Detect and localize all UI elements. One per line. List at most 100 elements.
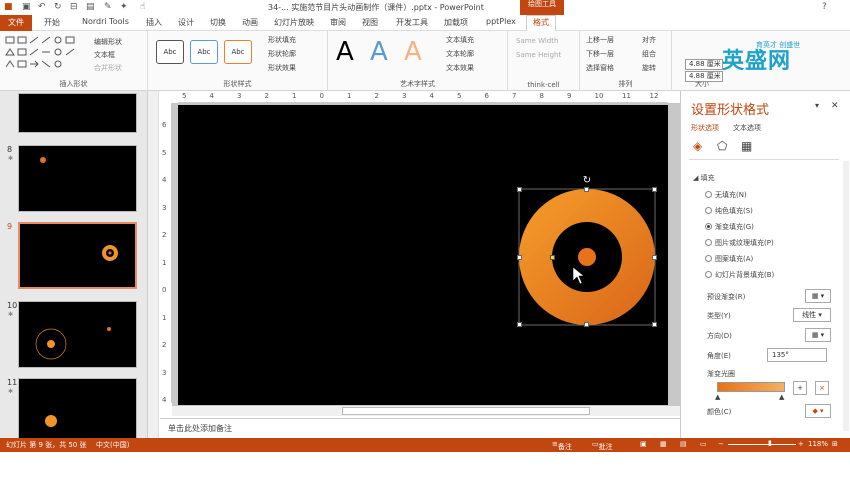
language-status[interactable]: 中文(中国) xyxy=(96,440,129,450)
quick-access-icon[interactable]: ⊟ xyxy=(70,2,78,12)
touch-mode-icon[interactable]: ☝ xyxy=(140,2,145,12)
group-button[interactable]: 组合 xyxy=(642,49,656,59)
normal-view-icon[interactable]: ▣ xyxy=(640,440,647,448)
shape-style-1[interactable]: Abc xyxy=(156,40,184,64)
wordart-style-blue[interactable]: A xyxy=(370,37,388,67)
resize-handle-ne[interactable] xyxy=(652,187,657,192)
resize-handle-sw[interactable] xyxy=(517,322,522,327)
resize-handle-se[interactable] xyxy=(652,322,657,327)
gradient-stop-left[interactable]: ▲ xyxy=(715,393,720,401)
rotate-button[interactable]: 旋转 xyxy=(642,63,656,73)
pane-close-icon[interactable]: ✕ xyxy=(831,101,839,111)
undo-icon[interactable]: ↶ xyxy=(38,2,46,12)
slide-thumbnail-7[interactable] xyxy=(18,93,137,133)
tab-home[interactable]: 开始 xyxy=(44,17,60,28)
shape-width-input[interactable]: 4.88 厘米 xyxy=(685,59,723,70)
preset-gradient-dropdown[interactable]: ▦ ▾ xyxy=(805,289,831,303)
radio-picture-fill[interactable] xyxy=(705,239,712,246)
size-properties-icon[interactable]: ▦ xyxy=(741,139,752,153)
radio-gradient-fill[interactable] xyxy=(705,223,712,230)
tab-transitions[interactable]: 切换 xyxy=(210,17,226,28)
tab-design[interactable]: 设计 xyxy=(178,17,194,28)
tab-animations[interactable]: 动画 xyxy=(242,17,258,28)
pane-options-icon[interactable]: ▾ xyxy=(815,101,819,110)
wordart-style-orange[interactable]: A xyxy=(404,37,422,67)
textbox-button[interactable]: 文本框 xyxy=(94,50,115,60)
same-width-button[interactable]: Same Width xyxy=(516,37,558,45)
notes-area[interactable]: 单击此处添加备注 xyxy=(160,418,680,438)
resize-handle-w[interactable] xyxy=(517,255,522,260)
zoom-slider[interactable] xyxy=(728,444,796,445)
bring-forward-button[interactable]: 上移一层 xyxy=(586,35,614,45)
shapes-gallery[interactable] xyxy=(4,35,86,71)
notes-button[interactable]: ≡ 备注 xyxy=(552,440,572,451)
effects-icon[interactable]: ⬠ xyxy=(717,139,727,153)
tab-text-options[interactable]: 文本选项 xyxy=(733,123,761,133)
gradient-stop-right[interactable]: ▲ xyxy=(779,393,784,401)
gradient-stops-bar[interactable] xyxy=(717,382,785,392)
shape-style-3[interactable]: Abc xyxy=(224,40,252,64)
tab-review[interactable]: 审阅 xyxy=(330,17,346,28)
rotate-handle-icon[interactable]: ↻ xyxy=(583,175,591,186)
tab-shape-options[interactable]: 形状选项 xyxy=(691,123,719,133)
same-height-button[interactable]: Same Height xyxy=(516,51,561,59)
add-stop-icon[interactable]: + xyxy=(793,381,807,395)
slide-thumbnail-10[interactable] xyxy=(18,301,137,368)
text-fill-button[interactable]: 文本填充 xyxy=(446,35,474,45)
comments-button[interactable]: ▭ 批注 xyxy=(592,440,613,451)
shape-outline-button[interactable]: 形状轮廓 xyxy=(268,49,296,59)
fill-section-header[interactable]: ◢ 填充 xyxy=(693,173,715,183)
radio-pattern-fill[interactable] xyxy=(705,255,712,262)
resize-handle-n[interactable] xyxy=(584,187,589,192)
wordart-style-black[interactable]: A xyxy=(336,37,354,67)
angle-input[interactable]: 135° xyxy=(767,348,827,362)
fit-slide-icon[interactable]: ⊞ xyxy=(832,440,838,448)
animation-icon[interactable]: ✦ xyxy=(120,2,128,12)
send-backward-button[interactable]: 下移一层 xyxy=(586,49,614,59)
canvas-horizontal-scrollbar[interactable] xyxy=(172,406,680,416)
tab-file[interactable]: 文件 xyxy=(0,15,32,31)
direction-dropdown[interactable]: ▦ ▾ xyxy=(805,328,831,342)
shape-fill-button[interactable]: 形状填充 xyxy=(268,35,296,45)
tab-addins[interactable]: 加载项 xyxy=(444,17,468,28)
color-picker-button[interactable]: ◆ ▾ xyxy=(805,404,831,418)
redo-icon[interactable]: ↻ xyxy=(54,2,62,12)
zoom-thumb[interactable]: ▮ xyxy=(768,439,772,447)
tab-insert[interactable]: 插入 xyxy=(146,17,162,28)
current-slide[interactable]: ↻ xyxy=(178,105,668,405)
resize-handle-e[interactable] xyxy=(652,255,657,260)
merge-shapes-button[interactable]: 合并形状 xyxy=(94,63,122,73)
scroll-thumb[interactable] xyxy=(342,407,590,415)
center-dot[interactable] xyxy=(578,248,596,266)
selection-pane-button[interactable]: 选择窗格 xyxy=(586,63,614,73)
zoom-out-icon[interactable]: − xyxy=(718,440,724,448)
slide-thumbnail-8[interactable] xyxy=(18,145,137,212)
tab-developer[interactable]: 开发工具 xyxy=(396,17,428,28)
radio-solid-fill[interactable] xyxy=(705,207,712,214)
radio-no-fill[interactable] xyxy=(705,191,712,198)
presentation-icon[interactable]: ▤ xyxy=(86,2,95,12)
tab-format[interactable]: 格式 xyxy=(526,15,556,31)
radio-background-fill[interactable] xyxy=(705,271,712,278)
resize-handle-s[interactable] xyxy=(584,322,589,327)
align-button[interactable]: 对齐 xyxy=(642,35,656,45)
save-icon[interactable]: ▣ xyxy=(22,2,31,12)
help-icon[interactable]: ? xyxy=(822,2,827,12)
pane-scrollbar[interactable] xyxy=(843,161,849,431)
edit-shape-button[interactable]: 编辑形状 xyxy=(94,37,122,47)
adjust-handle[interactable] xyxy=(550,255,555,260)
slideshow-icon[interactable]: ▭ xyxy=(700,440,707,448)
text-effects-button[interactable]: 文本效果 xyxy=(446,63,474,73)
text-outline-button[interactable]: 文本轮廓 xyxy=(446,49,474,59)
tab-slideshow[interactable]: 幻灯片放映 xyxy=(274,17,314,28)
slide-thumbnail-11[interactable] xyxy=(18,378,137,438)
slide-thumbnail-9[interactable] xyxy=(18,222,137,289)
thumbnail-scrollbar[interactable] xyxy=(148,91,159,438)
reading-view-icon[interactable]: ▤ xyxy=(680,440,687,448)
slide-sorter-icon[interactable]: ▦ xyxy=(660,440,667,448)
tab-nordri-tools[interactable]: Nordri Tools xyxy=(82,17,129,26)
resize-handle-nw[interactable] xyxy=(517,187,522,192)
type-dropdown[interactable]: 线性 ▾ xyxy=(793,308,831,322)
remove-stop-icon[interactable]: × xyxy=(815,381,829,395)
tab-pptplex[interactable]: pptPlex xyxy=(486,17,516,26)
